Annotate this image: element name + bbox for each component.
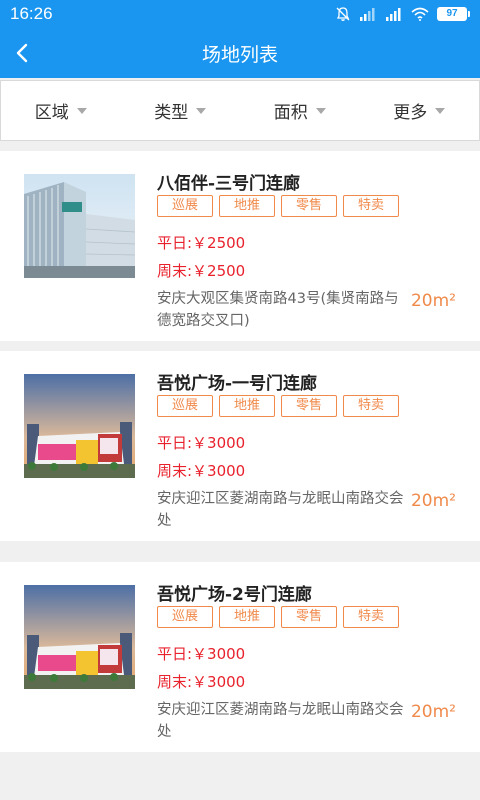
tag: 地推	[219, 606, 275, 628]
wifi-icon	[411, 7, 429, 21]
tag: 特卖	[343, 195, 399, 217]
page-title: 场地列表	[201, 44, 278, 66]
venue-card[interactable]: 吾悦广场-一号门连廊 巡展 地推 零售 特卖 平日:￥3000 周末:￥3000…	[0, 351, 480, 541]
weekend-price: 周末:￥2500	[157, 262, 246, 280]
filter-region[interactable]: 区域	[1, 81, 121, 140]
caret-down-icon	[435, 107, 446, 114]
signal-icon-2	[386, 8, 401, 21]
weekend-price: 周末:￥3000	[157, 673, 246, 691]
battery-icon: 97	[437, 7, 470, 21]
venue-photo	[24, 174, 135, 278]
tag: 特卖	[343, 606, 399, 628]
weekday-price: 平日:￥2500	[157, 234, 246, 252]
venue-card[interactable]: 八佰伴-三号门连廊 巡展 地推 零售 特卖 平日:￥2500 周末:￥2500 …	[0, 151, 480, 341]
filter-more-label: 更多	[393, 103, 428, 123]
status-icons: 97	[335, 5, 470, 23]
filter-bar: 区域 类型 面积 更多	[0, 80, 480, 141]
venue-area: 20m²	[410, 702, 456, 722]
filter-type[interactable]: 类型	[121, 81, 241, 140]
filter-more[interactable]: 更多	[360, 81, 480, 140]
venue-card[interactable]: 吾悦广场-2号门连廊 巡展 地推 零售 特卖 平日:￥3000 周末:￥3000…	[0, 562, 480, 752]
caret-down-icon	[315, 107, 326, 114]
filter-area-label: 面积	[273, 103, 308, 123]
status-time: 16:26	[10, 4, 53, 23]
caret-down-icon	[196, 107, 207, 114]
caret-down-icon	[76, 107, 87, 114]
venue-tags: 巡展 地推 零售 特卖	[157, 195, 399, 217]
weekday-price: 平日:￥3000	[157, 434, 246, 452]
weekend-price: 周末:￥3000	[157, 462, 246, 480]
venue-tags: 巡展 地推 零售 特卖	[157, 395, 399, 417]
filter-area[interactable]: 面积	[240, 81, 360, 140]
mute-bell-icon	[336, 7, 350, 21]
battery-level: 97	[437, 7, 467, 21]
venue-area: 20m²	[410, 491, 456, 511]
tag: 特卖	[343, 395, 399, 417]
venue-address: 安庆迎江区菱湖南路与龙眠山南路交会处	[157, 702, 404, 740]
signal-icon	[360, 8, 375, 21]
tag: 地推	[219, 395, 275, 417]
tag: 地推	[219, 195, 275, 217]
weekday-price: 平日:￥3000	[157, 645, 246, 663]
venue-name: 吾悦广场-2号门连廊	[157, 585, 312, 605]
tag: 零售	[281, 395, 337, 417]
tag: 零售	[281, 195, 337, 217]
tag: 巡展	[157, 395, 213, 417]
filter-region-label: 区域	[34, 103, 69, 123]
filter-type-label: 类型	[154, 103, 189, 123]
status-bar: 16:26 97	[0, 0, 480, 28]
venue-address: 安庆迎江区菱湖南路与龙眠山南路交会处	[157, 491, 404, 529]
venue-name: 吾悦广场-一号门连廊	[157, 374, 318, 394]
nav-bar: 场地列表	[0, 28, 480, 78]
venue-photo	[24, 585, 135, 689]
venue-address: 安庆大观区集贤南路43号(集贤南路与德宽路交叉口)	[157, 291, 399, 329]
tag: 巡展	[157, 606, 213, 628]
venue-area: 20m²	[410, 291, 456, 311]
venue-tags: 巡展 地推 零售 特卖	[157, 606, 399, 628]
tag: 零售	[281, 606, 337, 628]
tag: 巡展	[157, 195, 213, 217]
venue-name: 八佰伴-三号门连廊	[157, 174, 301, 194]
venue-photo	[24, 374, 135, 478]
